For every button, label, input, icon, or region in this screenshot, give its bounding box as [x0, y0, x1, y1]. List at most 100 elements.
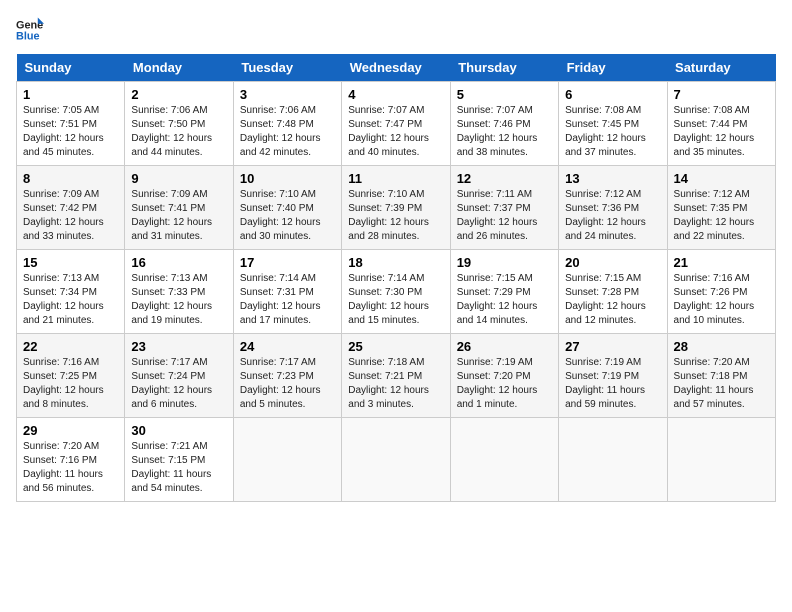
- day-number: 21: [674, 255, 769, 270]
- calendar-week-row: 1 Sunrise: 7:05 AMSunset: 7:51 PMDaylight…: [17, 82, 776, 166]
- day-number: 4: [348, 87, 443, 102]
- day-number: 25: [348, 339, 443, 354]
- calendar-week-row: 22Sunrise: 7:16 AMSunset: 7:25 PMDayligh…: [17, 334, 776, 418]
- day-info: Sunrise: 7:06 AMSunset: 7:50 PMDaylight:…: [131, 104, 226, 160]
- calendar-day-cell: 25 Sunrise: 7:18 AMSunset: 7:21 PMDayligh…: [342, 334, 450, 418]
- day-info: Sunrise: 7:19 AMSunset: 7:19 PMDaylight:…: [565, 356, 660, 412]
- day-info: Sunrise: 7:18 AMSunset: 7:21 PMDaylight:…: [348, 356, 443, 412]
- day-number: 15: [23, 255, 118, 270]
- day-number: 1: [23, 87, 118, 102]
- day-number: 30: [131, 423, 226, 438]
- calendar-day-cell: 12Sunrise: 7:11 AMSunset: 7:37 PMDayligh…: [450, 166, 558, 250]
- header-monday: Monday: [125, 54, 233, 82]
- day-number: 23: [131, 339, 226, 354]
- calendar-day-cell: 4 Sunrise: 7:07 AMSunset: 7:47 PMDaylight…: [342, 82, 450, 166]
- day-number: 9: [131, 171, 226, 186]
- calendar-day-cell: 26 Sunrise: 7:19 AMSunset: 7:20 PMDayligh…: [450, 334, 558, 418]
- header-tuesday: Tuesday: [233, 54, 341, 82]
- header-saturday: Saturday: [667, 54, 775, 82]
- calendar-day-cell: 10 Sunrise: 7:10 AMSunset: 7:40 PMDayligh…: [233, 166, 341, 250]
- calendar-day-cell: 2 Sunrise: 7:06 AMSunset: 7:50 PMDaylight…: [125, 82, 233, 166]
- header-sunday: Sunday: [17, 54, 125, 82]
- day-info: Sunrise: 7:16 AMSunset: 7:25 PMDaylight:…: [23, 356, 118, 412]
- empty-cell: [667, 418, 775, 502]
- calendar-week-row: 8 Sunrise: 7:09 AMSunset: 7:42 PMDaylight…: [17, 166, 776, 250]
- day-info: Sunrise: 7:07 AMSunset: 7:46 PMDaylight:…: [457, 104, 552, 160]
- calendar-week-row: 15Sunrise: 7:13 AMSunset: 7:34 PMDayligh…: [17, 250, 776, 334]
- day-number: 26: [457, 339, 552, 354]
- day-info: Sunrise: 7:12 AMSunset: 7:36 PMDaylight:…: [565, 188, 660, 244]
- day-number: 5: [457, 87, 552, 102]
- day-number: 29: [23, 423, 118, 438]
- day-number: 7: [674, 87, 769, 102]
- day-info: Sunrise: 7:09 AMSunset: 7:42 PMDaylight:…: [23, 188, 118, 244]
- empty-cell: [233, 418, 341, 502]
- calendar-day-cell: 29 Sunrise: 7:20 AMSunset: 7:16 PMDayligh…: [17, 418, 125, 502]
- day-info: Sunrise: 7:15 AMSunset: 7:29 PMDaylight:…: [457, 272, 552, 328]
- day-info: Sunrise: 7:20 AMSunset: 7:16 PMDaylight:…: [23, 440, 118, 496]
- calendar-day-cell: 11Sunrise: 7:10 AMSunset: 7:39 PMDayligh…: [342, 166, 450, 250]
- calendar-day-cell: 6Sunrise: 7:08 AMSunset: 7:45 PMDaylight…: [559, 82, 667, 166]
- day-number: 24: [240, 339, 335, 354]
- calendar-day-cell: 23 Sunrise: 7:17 AMSunset: 7:24 PMDayligh…: [125, 334, 233, 418]
- calendar-day-cell: 21 Sunrise: 7:16 AMSunset: 7:26 PMDayligh…: [667, 250, 775, 334]
- day-info: Sunrise: 7:15 AMSunset: 7:28 PMDaylight:…: [565, 272, 660, 328]
- day-number: 27: [565, 339, 660, 354]
- calendar-day-cell: 3 Sunrise: 7:06 AMSunset: 7:48 PMDaylight…: [233, 82, 341, 166]
- day-number: 2: [131, 87, 226, 102]
- day-info: Sunrise: 7:14 AMSunset: 7:31 PMDaylight:…: [240, 272, 335, 328]
- day-number: 17: [240, 255, 335, 270]
- calendar-day-cell: 19 Sunrise: 7:15 AMSunset: 7:29 PMDayligh…: [450, 250, 558, 334]
- empty-cell: [342, 418, 450, 502]
- page-header: General Blue: [16, 16, 776, 44]
- day-info: Sunrise: 7:20 AMSunset: 7:18 PMDaylight:…: [674, 356, 769, 412]
- calendar-day-cell: 20 Sunrise: 7:15 AMSunset: 7:28 PMDayligh…: [559, 250, 667, 334]
- day-info: Sunrise: 7:17 AMSunset: 7:24 PMDaylight:…: [131, 356, 226, 412]
- svg-text:Blue: Blue: [16, 30, 40, 42]
- empty-cell: [559, 418, 667, 502]
- day-info: Sunrise: 7:13 AMSunset: 7:33 PMDaylight:…: [131, 272, 226, 328]
- calendar-day-cell: 15Sunrise: 7:13 AMSunset: 7:34 PMDayligh…: [17, 250, 125, 334]
- day-number: 8: [23, 171, 118, 186]
- day-info: Sunrise: 7:10 AMSunset: 7:39 PMDaylight:…: [348, 188, 443, 244]
- day-info: Sunrise: 7:07 AMSunset: 7:47 PMDaylight:…: [348, 104, 443, 160]
- day-info: Sunrise: 7:10 AMSunset: 7:40 PMDaylight:…: [240, 188, 335, 244]
- calendar-header-row: SundayMondayTuesdayWednesdayThursdayFrid…: [17, 54, 776, 82]
- day-number: 19: [457, 255, 552, 270]
- day-info: Sunrise: 7:12 AMSunset: 7:35 PMDaylight:…: [674, 188, 769, 244]
- empty-cell: [450, 418, 558, 502]
- day-info: Sunrise: 7:09 AMSunset: 7:41 PMDaylight:…: [131, 188, 226, 244]
- calendar-day-cell: 28Sunrise: 7:20 AMSunset: 7:18 PMDayligh…: [667, 334, 775, 418]
- day-number: 6: [565, 87, 660, 102]
- calendar-day-cell: 16 Sunrise: 7:13 AMSunset: 7:33 PMDayligh…: [125, 250, 233, 334]
- day-info: Sunrise: 7:08 AMSunset: 7:44 PMDaylight:…: [674, 104, 769, 160]
- calendar-day-cell: 18Sunrise: 7:14 AMSunset: 7:30 PMDayligh…: [342, 250, 450, 334]
- day-info: Sunrise: 7:17 AMSunset: 7:23 PMDaylight:…: [240, 356, 335, 412]
- logo-icon: General Blue: [16, 16, 44, 44]
- calendar-day-cell: 9 Sunrise: 7:09 AMSunset: 7:41 PMDaylight…: [125, 166, 233, 250]
- calendar-day-cell: 24 Sunrise: 7:17 AMSunset: 7:23 PMDayligh…: [233, 334, 341, 418]
- day-number: 16: [131, 255, 226, 270]
- header-wednesday: Wednesday: [342, 54, 450, 82]
- calendar-day-cell: 30Sunrise: 7:21 AMSunset: 7:15 PMDayligh…: [125, 418, 233, 502]
- calendar-day-cell: 5 Sunrise: 7:07 AMSunset: 7:46 PMDaylight…: [450, 82, 558, 166]
- day-number: 20: [565, 255, 660, 270]
- day-number: 18: [348, 255, 443, 270]
- header-friday: Friday: [559, 54, 667, 82]
- day-number: 3: [240, 87, 335, 102]
- day-info: Sunrise: 7:16 AMSunset: 7:26 PMDaylight:…: [674, 272, 769, 328]
- calendar-day-cell: 14Sunrise: 7:12 AMSunset: 7:35 PMDayligh…: [667, 166, 775, 250]
- day-number: 10: [240, 171, 335, 186]
- calendar-day-cell: 7 Sunrise: 7:08 AMSunset: 7:44 PMDaylight…: [667, 82, 775, 166]
- day-info: Sunrise: 7:05 AMSunset: 7:51 PMDaylight:…: [23, 104, 118, 160]
- day-info: Sunrise: 7:06 AMSunset: 7:48 PMDaylight:…: [240, 104, 335, 160]
- day-number: 13: [565, 171, 660, 186]
- calendar-day-cell: 17 Sunrise: 7:14 AMSunset: 7:31 PMDayligh…: [233, 250, 341, 334]
- calendar-day-cell: 13 Sunrise: 7:12 AMSunset: 7:36 PMDayligh…: [559, 166, 667, 250]
- calendar-week-row: 29 Sunrise: 7:20 AMSunset: 7:16 PMDayligh…: [17, 418, 776, 502]
- day-info: Sunrise: 7:19 AMSunset: 7:20 PMDaylight:…: [457, 356, 552, 412]
- logo: General Blue: [16, 16, 44, 44]
- calendar-day-cell: 1 Sunrise: 7:05 AMSunset: 7:51 PMDaylight…: [17, 82, 125, 166]
- calendar-day-cell: 8 Sunrise: 7:09 AMSunset: 7:42 PMDaylight…: [17, 166, 125, 250]
- header-thursday: Thursday: [450, 54, 558, 82]
